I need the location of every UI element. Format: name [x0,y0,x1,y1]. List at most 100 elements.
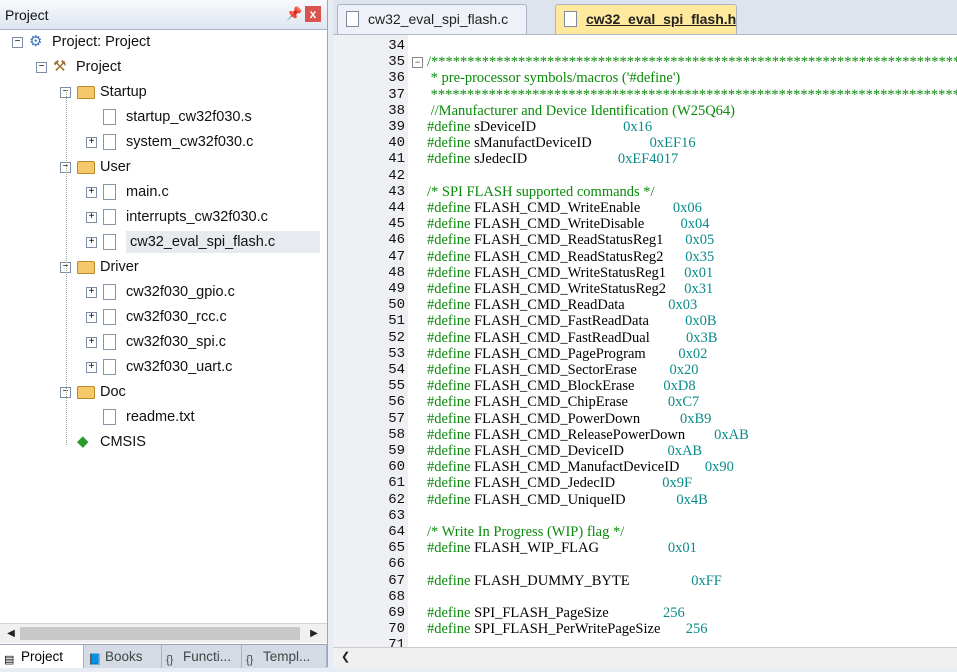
define-keyword: #define [427,572,471,589]
expand-icon[interactable]: + [86,312,97,323]
line-number: 65 [388,540,405,557]
file-icon [103,184,116,200]
define-keyword: #define [427,200,471,216]
macro-name: FLASH_CMD_DeviceID [470,443,668,459]
tree-item[interactable]: − Driver [0,256,320,278]
scroll-thumb[interactable] [20,627,300,640]
tree-item-label: interrupts_cw32f030.c [126,209,268,225]
tab-functi[interactable]: {} Functi... [162,645,242,668]
tree-item[interactable]: + cw32f030_spi.c [0,331,320,353]
tree-item[interactable]: − ⚙ Project: Project [0,31,320,53]
macro-value: 0x16 [623,119,653,135]
collapse-icon[interactable]: − [36,62,47,73]
tree-item[interactable]: readme.txt [0,406,320,428]
tree-item[interactable]: + main.c [0,181,320,203]
code-line: #define sJedecID 0xEF4017 [427,151,678,167]
macro-value: 0x3B [685,329,718,346]
line-number: 50 [388,297,405,314]
code-line: #define FLASH_CMD_WriteStatusReg2 0x31 [427,281,713,297]
expand-icon[interactable]: + [86,362,97,373]
macro-name: FLASH_CMD_JedecID [470,475,663,492]
expand-icon[interactable]: + [86,287,97,298]
pin-icon[interactable]: 📌 [286,6,302,22]
expand-icon[interactable]: + [86,137,97,148]
line-number: 63 [388,507,405,524]
define-keyword: #define [427,540,471,557]
define-keyword: #define [427,443,471,459]
comment-text: ****************************************… [427,86,957,103]
tree-item[interactable]: − ⚒ Project [0,56,320,78]
expand-icon[interactable]: + [86,237,97,248]
file-icon [564,11,577,27]
macro-value: 0x4B [676,491,708,508]
tree-item-label: system_cw32f030.c [126,134,254,150]
define-keyword: #define [427,151,471,168]
code-line: #define FLASH_CMD_WriteEnable 0x06 [427,200,702,216]
fold-column [408,35,424,647]
tab-label: Functi... [183,649,232,664]
tree-item-label: cw32f030_gpio.c [126,284,235,300]
target-icon: ⚒ [53,58,67,75]
macro-value: 0xB9 [679,410,712,427]
file-icon [346,11,359,27]
scroll-right-icon[interactable]: ▶ [306,626,322,641]
tab-templ[interactable]: {} Templ... [242,645,327,668]
code-line: #define FLASH_CMD_FastReadDual 0x3B [427,330,717,346]
define-keyword: #define [427,410,471,427]
tree-item[interactable]: + cw32f030_gpio.c [0,281,320,303]
tree-item[interactable]: + cw32f030_rcc.c [0,306,320,328]
collapse-icon[interactable]: − [12,37,23,48]
file-icon [103,409,116,425]
macro-value: 0x20 [669,362,699,378]
horizontal-scrollbar[interactable]: ◀ ▶ [0,623,327,643]
line-number: 35 [388,54,405,71]
tree-item-label: cw32f030_uart.c [126,359,233,375]
tab-project[interactable]: ▤ Project [0,645,84,668]
macro-value: 0xAB [667,443,703,459]
define-keyword: #define [427,329,471,346]
scroll-left-icon[interactable]: ◀ [3,626,19,641]
code-line: #define FLASH_WIP_FLAG 0x01 [427,540,697,556]
macro-value: 0x04 [680,216,710,233]
line-number: 43 [388,183,405,200]
tree-item[interactable]: + system_cw32f030.c [0,131,320,153]
tab-cw32-eval-spi-flash-h[interactable]: cw32_eval_spi_flash.h [555,4,737,34]
scroll-left-icon[interactable]: ❮ [341,650,350,663]
macro-name: FLASH_CMD_PowerDown [470,410,680,427]
code-line: /***************************************… [427,54,957,70]
fold-toggle-icon[interactable]: − [412,57,423,69]
tree-item[interactable]: − Startup [0,81,320,103]
close-panel-button[interactable]: x [305,6,321,22]
tree-item[interactable]: + interrupts_cw32f030.c [0,206,320,228]
define-keyword: #define [427,475,471,492]
editor-tab-bar: cw32_eval_spi_flash.c cw32_eval_spi_flas… [333,0,957,35]
macro-name: FLASH_CMD_ManufactDeviceID [470,459,705,476]
editor-horizontal-scrollbar[interactable]: ❮ [333,647,957,668]
code-line: #define FLASH_CMD_ReleasePowerDown 0xAB [427,427,749,443]
define-keyword: #define [427,281,471,297]
expand-icon[interactable]: + [86,337,97,348]
line-number: 42 [388,167,405,184]
tab-books[interactable]: 📘 Books [84,645,162,668]
tree-item[interactable]: − Doc [0,381,320,403]
tab-label: cw32_eval_spi_flash.h [586,11,737,27]
line-number: 39 [388,119,405,135]
tree-item[interactable]: + cw32f030_uart.c [0,356,320,378]
code-line: #define FLASH_CMD_FastReadData 0x0B [427,313,717,329]
tree-item[interactable]: − User [0,156,320,178]
define-keyword: #define [427,232,471,249]
code-line: #define FLASH_CMD_SectorErase 0x20 [427,362,698,378]
expand-icon[interactable]: + [86,187,97,198]
file-icon [103,284,116,300]
line-number: 56 [388,394,405,411]
define-keyword: #define [427,605,471,621]
tree-item[interactable]: + cw32_eval_spi_flash.c [86,231,320,253]
tree-item[interactable]: ◆ CMSIS [0,431,320,453]
tree-item[interactable]: startup_cw32f030.s [0,106,320,128]
tab-cw32-eval-spi-flash-c[interactable]: cw32_eval_spi_flash.c [337,4,527,34]
expand-icon[interactable]: + [86,212,97,223]
macro-name: sManufactDeviceID [470,135,650,152]
macro-name: SPI_FLASH_PageSize [470,605,664,621]
project-panel-title: Project [5,7,49,23]
tree-item-label: Driver [100,259,139,275]
